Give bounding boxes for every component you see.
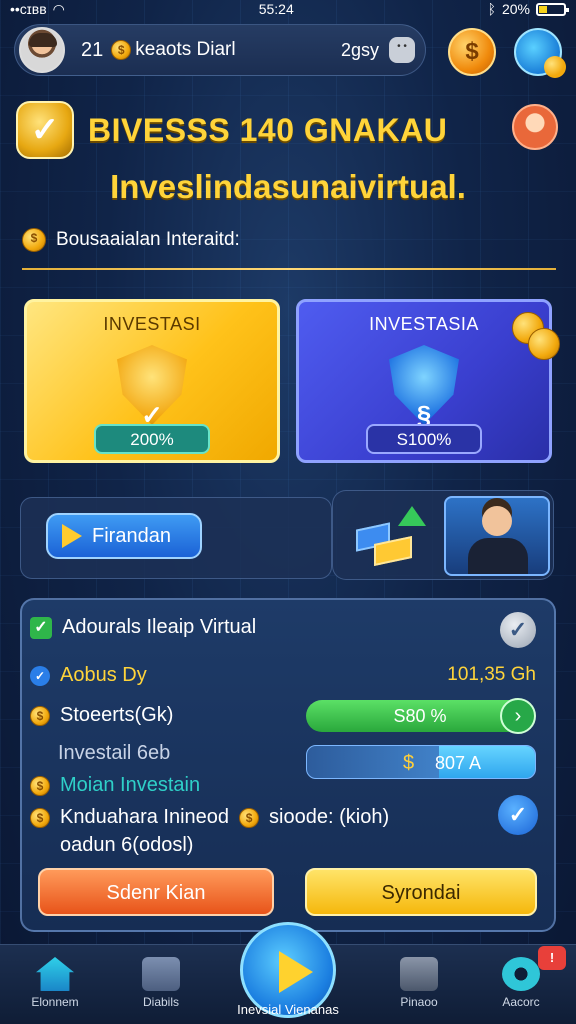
presenter-image[interactable] <box>444 496 550 576</box>
row3-progress-bar: $ 807 A <box>306 745 536 779</box>
stats-button[interactable] <box>514 28 566 78</box>
section-heading: Bousaaialan Interaitd: <box>22 228 240 252</box>
card-badge: 200% <box>94 424 210 454</box>
avatar[interactable] <box>19 27 65 73</box>
row5-label-a: Knduahara Inineod <box>60 806 230 828</box>
page-subtitle: Inveslindasunaivirtual. <box>110 168 466 205</box>
row2-progress-bar: S80 % › <box>306 698 536 734</box>
coin-shop-button[interactable] <box>448 28 496 76</box>
title-row: BIVESSS 140 GNAKAU <box>16 98 560 162</box>
shield-check-icon <box>16 101 74 159</box>
row4-label: Moian Investain <box>60 774 201 796</box>
portfolio-row-4: Moian Investain <box>30 774 200 797</box>
player-level: 21 <box>81 38 104 61</box>
player-balance: 2gsy <box>340 39 379 60</box>
card-title: INVESTASI <box>103 314 201 334</box>
row2-label: Stoeerts(Gk) <box>60 704 174 726</box>
coin-icon <box>22 228 46 252</box>
emoji-icon[interactable] <box>389 37 415 63</box>
row5-label-b: sioode: (kioh) <box>269 806 390 828</box>
play-button-label: Firandan <box>92 524 171 547</box>
battery-icon <box>536 2 569 16</box>
status-right: ᛒ 20% <box>487 1 569 17</box>
check-circle-icon[interactable]: ✓ <box>498 795 538 835</box>
status-bar: ••ᴄɪʙʙ ◠ 55:24 ᛒ 20% <box>0 0 576 18</box>
nav-item-edit[interactable]: Pinaoo <box>374 945 464 1024</box>
gear-icon <box>502 957 540 991</box>
card-badge: S100% <box>366 424 482 454</box>
row6-label: oadun 6(odosl) <box>60 834 194 856</box>
portfolio-row-5: Knduahara Inineod sioode: (kioh) <box>30 806 389 829</box>
status-left: ••ᴄɪʙʙ ◠ <box>10 1 65 18</box>
document-icon <box>142 957 180 991</box>
section-heading-text: Bousaaialan Interaitd: <box>56 229 240 250</box>
play-icon <box>62 524 82 548</box>
nav-label: Diabils <box>142 995 179 1009</box>
bluetooth-icon: ᛒ <box>487 1 496 17</box>
nav-label: Pinaoo <box>400 995 438 1009</box>
invest-card-yellow[interactable]: INVESTASI ✓ 200% <box>24 299 280 463</box>
coin-icon <box>239 807 260 828</box>
row1-amount: 101,35 Gh <box>447 664 536 685</box>
row2-progress-label: S80 % <box>393 706 447 726</box>
nav-label: Aacorc <box>502 995 540 1009</box>
left-action-button[interactable]: Sdenr Kian <box>38 868 274 916</box>
profile-icon-button[interactable] <box>512 104 558 150</box>
coin-icon <box>30 807 50 828</box>
nav-item-home[interactable]: Elonnem <box>10 945 100 1024</box>
portfolio-title: Adourals Ileaip Virtual <box>62 616 257 638</box>
checkbox-icon[interactable]: ✓ <box>30 616 52 639</box>
coin-icon <box>30 775 50 796</box>
page-title: BIVESSS 140 GNAKAU <box>88 111 448 148</box>
portfolio-header: ✓ Adourals Ileaip Virtual <box>30 616 256 639</box>
profile-header[interactable]: 21 keaots Diarl 2gsy <box>14 24 426 76</box>
nav-item-documents[interactable]: Diabils <box>116 945 206 1024</box>
right-action-button[interactable]: Syrondai <box>305 868 537 916</box>
player-name: keaots Diarl <box>135 39 236 60</box>
portfolio-row-2: Stoeerts(Gk) <box>30 704 173 727</box>
nav-label: Elonnem <box>31 995 79 1009</box>
play-video-button[interactable]: Firandan <box>46 513 202 559</box>
chevron-right-icon[interactable]: › <box>500 698 536 734</box>
clock: 55:24 <box>258 1 294 17</box>
portfolio-row-6: oadun 6(odosl) <box>60 834 193 857</box>
row1-label: Aobus Dy <box>60 664 147 686</box>
dollar-icon: $ <box>403 752 415 774</box>
home-icon <box>36 957 74 991</box>
check-icon: ✓ <box>30 665 50 686</box>
coin-icon <box>30 705 50 726</box>
center-play-label: Inevsial Vienanas <box>237 1002 339 1017</box>
stock-stack-icon <box>354 506 426 570</box>
edit-icon <box>400 957 438 991</box>
coin-icon <box>111 40 132 60</box>
carrier-label: ••ᴄɪʙʙ <box>10 1 47 17</box>
wifi-icon: ◠ <box>52 0 65 17</box>
notification-badge: ! <box>538 946 566 970</box>
portfolio-row-1: ✓ Aobus Dy <box>30 664 147 687</box>
divider <box>22 268 556 270</box>
coins-icon <box>512 312 566 366</box>
check-circle-icon[interactable]: ✓ <box>500 612 536 648</box>
row3-label: Investail 6eb <box>58 742 171 764</box>
row3-progress-label: 807 A <box>435 753 482 773</box>
portfolio-row-3: Investail 6eb <box>58 742 170 765</box>
battery-percent: 20% <box>501 1 530 17</box>
